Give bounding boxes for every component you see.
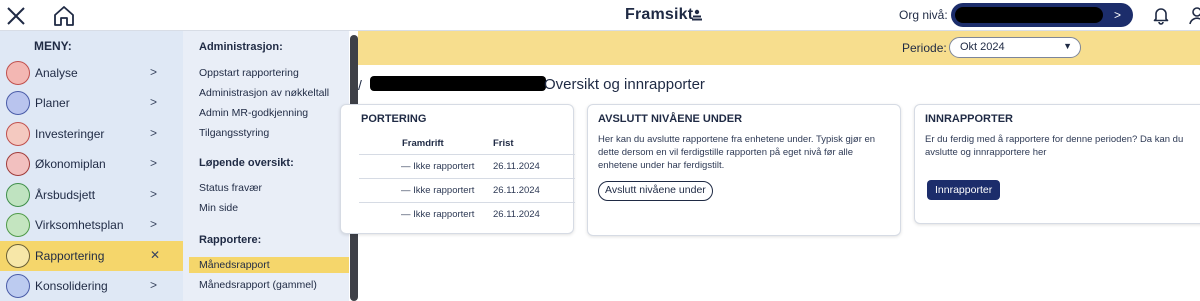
card-description: Er du ferdig med å rapportere for denne …	[925, 134, 1184, 158]
menu-item-planer[interactable]: Planer >	[0, 88, 183, 118]
table-row[interactable]: — Ikke rapportert 26.11.2024	[359, 154, 575, 178]
home-icon[interactable]	[52, 4, 76, 28]
chevron-right-icon: >	[150, 278, 158, 292]
period-bar: Periode: Okt 2024 ▼	[358, 31, 1200, 65]
breadcrumb-separator: /	[358, 77, 362, 93]
user-icon[interactable]	[1187, 6, 1200, 26]
chevron-right-icon: >	[1113, 8, 1121, 22]
card-heading: INNRAPPORTER	[925, 113, 1014, 125]
menu-item-virksomhetsplan[interactable]: Virksomhetsplan >	[0, 210, 183, 240]
breadcrumb-redacted	[370, 76, 546, 91]
card-heading: PORTERING	[361, 113, 427, 125]
column-header-framdrift: Framdrift	[402, 138, 444, 149]
menu-item-label: Økonomiplan	[35, 157, 106, 171]
submenu-item[interactable]: Admin MR-godkjenning	[199, 107, 308, 119]
status-cell: — Ikke rapportert	[401, 161, 475, 172]
caret-down-icon: ▼	[1063, 41, 1072, 51]
avslutt-card: AVSLUTT NIVÅENE UNDER Her kan du avslutt…	[587, 104, 901, 236]
menu-item-label: Årsbudsjett	[35, 188, 96, 202]
menu-item-analyse[interactable]: Analyse >	[0, 58, 183, 88]
konsolidering-icon	[6, 274, 30, 298]
main-menu: MENY: Analyse > Planer > Investeringer >…	[0, 31, 183, 301]
top-bar: Framsikt Org nivå: >	[0, 0, 1200, 31]
period-value: Okt 2024	[960, 41, 1005, 53]
menu-item-okonomiplan[interactable]: Økonomiplan >	[0, 149, 183, 179]
submenu-item[interactable]: Administrasjon av nøkkeltall	[199, 87, 329, 99]
status-cell: — Ikke rapportert	[401, 209, 475, 220]
menu-item-label: Konsolidering	[35, 279, 108, 293]
chevron-right-icon: >	[150, 187, 158, 201]
planer-icon	[6, 91, 30, 115]
chevron-right-icon: >	[150, 217, 158, 231]
column-header-frist: Frist	[493, 138, 514, 149]
status-cell: — Ikke rapportert	[401, 185, 475, 196]
rapportering-card: PORTERING Framdrift Frist — Ikke rapport…	[340, 104, 575, 234]
menu-item-label: Investeringer	[35, 127, 105, 141]
submenu-item[interactable]: Oppstart rapportering	[199, 67, 299, 79]
virksomhetsplan-icon	[6, 213, 30, 237]
chevron-right-icon: >	[150, 95, 158, 109]
okonomiplan-icon	[6, 152, 30, 176]
menu-title: MENY:	[34, 39, 72, 53]
chevron-right-icon: >	[150, 126, 158, 140]
close-icon[interactable]: ✕	[150, 248, 160, 262]
org-name-redacted	[955, 7, 1103, 23]
analyse-icon	[6, 61, 30, 85]
org-level-label: Org nivå:	[899, 8, 948, 22]
table-row[interactable]: — Ikke rapportert 26.11.2024	[359, 202, 575, 226]
chevron-right-icon: >	[150, 156, 158, 170]
investeringer-icon	[6, 122, 30, 146]
menu-item-label: Planer	[35, 96, 70, 110]
menu-item-konsolidering[interactable]: Konsolidering >	[0, 271, 183, 301]
submenu-item[interactable]: Tilgangsstyring	[199, 127, 269, 139]
org-level-select[interactable]: >	[951, 3, 1133, 27]
submenu-item[interactable]: Min side	[199, 202, 238, 214]
brand-logo: Framsikt	[625, 6, 694, 23]
close-icon[interactable]	[4, 4, 28, 28]
submenu-item[interactable]: Status fravær	[199, 182, 262, 194]
deadline-cell: 26.11.2024	[493, 161, 540, 172]
menu-item-rapportering[interactable]: Rapportering ✕	[0, 241, 183, 271]
table-row[interactable]: — Ikke rapportert 26.11.2024	[359, 178, 575, 202]
deadline-cell: 26.11.2024	[493, 209, 540, 220]
submenu-item[interactable]: Månedsrapport (gammel)	[199, 279, 317, 291]
period-label: Periode:	[902, 41, 947, 55]
rapportering-submenu: Administrasjon: Oppstart rapportering Ad…	[183, 31, 349, 301]
rapportering-icon	[6, 244, 30, 268]
period-select[interactable]: Okt 2024 ▼	[949, 37, 1081, 58]
innrapporter-button[interactable]: Innrapporter	[927, 180, 1001, 200]
submenu-heading: Administrasjon:	[199, 41, 283, 53]
card-heading: AVSLUTT NIVÅENE UNDER	[598, 113, 743, 125]
brand-person-icon	[692, 9, 702, 21]
menu-item-investeringer[interactable]: Investeringer >	[0, 119, 183, 149]
menu-item-label: Analyse	[35, 66, 78, 80]
submenu-item-active[interactable]: Månedsrapport	[199, 259, 270, 271]
submenu-heading: Løpende oversikt:	[199, 157, 294, 169]
chevron-right-icon: >	[150, 65, 158, 79]
card-description: Her kan du avslutte rapportene fra enhet…	[598, 134, 876, 171]
deadline-cell: 26.11.2024	[493, 185, 540, 196]
arsbudsjett-icon	[6, 183, 30, 207]
avslutt-nivaene-button[interactable]: Avslutt nivåene under	[598, 181, 713, 201]
bell-icon[interactable]	[1151, 5, 1171, 25]
submenu-heading: Rapportere:	[199, 234, 262, 246]
menu-item-label: Virksomhetsplan	[35, 218, 124, 232]
menu-item-arsbudsjett[interactable]: Årsbudsjett >	[0, 180, 183, 210]
menu-item-label: Rapportering	[35, 249, 105, 263]
innrapporter-card: INNRAPPORTER Er du ferdig med å rapporte…	[914, 104, 1200, 224]
page-title: Oversikt og innrapporter	[544, 76, 705, 93]
